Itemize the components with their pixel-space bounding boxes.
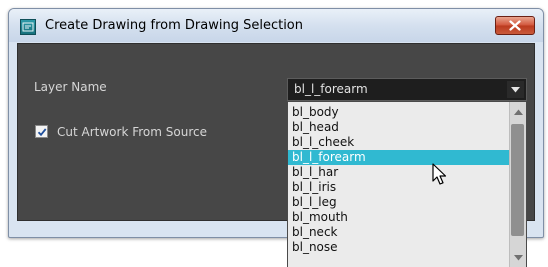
list-item[interactable]: bl_l_leg — [288, 195, 510, 210]
list-item[interactable]: bl_l_iris — [288, 180, 510, 195]
scroll-up-button[interactable] — [510, 104, 526, 120]
title-bar[interactable]: Create Drawing from Drawing Selection — [9, 9, 543, 42]
chevron-down-icon — [511, 86, 520, 92]
cut-artwork-label[interactable]: Cut Artwork From Source — [57, 125, 207, 139]
list-item-selected[interactable]: bl_l_forearm — [288, 150, 510, 165]
list-item[interactable]: bl_neck — [288, 225, 510, 240]
layer-name-combobox[interactable]: bl_l_forearm — [287, 78, 527, 101]
scroll-down-arrow-icon — [513, 255, 523, 261]
list-item[interactable]: bl_body — [288, 105, 510, 120]
scroll-up-arrow-icon — [513, 109, 523, 115]
window-title: Create Drawing from Drawing Selection — [45, 18, 304, 33]
list-item[interactable]: bl_nose — [288, 240, 510, 255]
close-button[interactable] — [495, 16, 535, 35]
app-icon — [20, 19, 36, 35]
checkmark-icon — [37, 127, 46, 136]
list-item[interactable]: bl_l_har — [288, 165, 510, 180]
combo-dropdown-button[interactable] — [507, 81, 524, 98]
scroll-down-button[interactable] — [510, 250, 526, 266]
layer-name-value: bl_l_forearm — [294, 82, 368, 96]
layer-name-dropdown-list[interactable]: bl_body bl_head bl_l_cheek bl_l_forearm … — [287, 101, 527, 267]
close-icon — [509, 20, 521, 31]
dropdown-scrollbar[interactable] — [509, 102, 526, 267]
list-item[interactable]: bl_head — [288, 120, 510, 135]
scroll-thumb[interactable] — [511, 124, 524, 236]
list-item[interactable]: bl_mouth — [288, 210, 510, 225]
dropdown-items: bl_body bl_head bl_l_cheek bl_l_forearm … — [288, 105, 510, 255]
mouse-pointer-icon — [432, 163, 447, 185]
list-item[interactable]: bl_l_cheek — [288, 135, 510, 150]
cut-artwork-checkbox[interactable] — [35, 125, 48, 138]
layer-name-label: Layer Name — [34, 80, 107, 94]
